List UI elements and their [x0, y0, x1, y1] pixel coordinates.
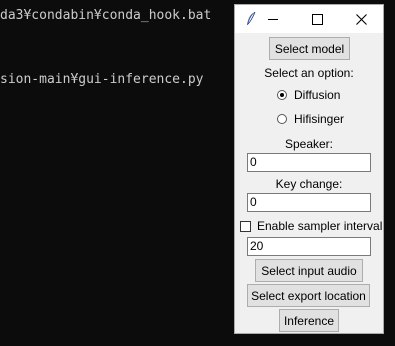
radio-label: Hifisinger	[294, 112, 345, 126]
minimize-button[interactable]	[251, 5, 295, 33]
sampler-interval-checkbox-row[interactable]: Enable sampler interval	[240, 219, 382, 233]
radio-label: Diffusion	[294, 88, 341, 102]
inference-button[interactable]: Inference	[279, 309, 339, 332]
console-window[interactable]: da3¥condabin¥conda_hook.bat sion-main¥gu…	[0, 0, 235, 346]
radio-button[interactable]	[277, 114, 287, 124]
radio-button[interactable]	[277, 90, 287, 100]
key-change-input[interactable]: 0	[247, 193, 371, 212]
close-button[interactable]	[339, 5, 383, 33]
sampler-interval-checkbox[interactable]	[240, 220, 251, 232]
select-export-location-button[interactable]: Select export location	[247, 284, 370, 307]
title-bar[interactable]	[235, 5, 383, 33]
close-icon	[355, 13, 367, 25]
radio-diffusion[interactable]: Diffusion	[277, 88, 340, 102]
select-input-audio-button[interactable]: Select input audio	[255, 259, 363, 282]
speaker-input[interactable]: 0	[247, 153, 371, 172]
inference-window: Select model Select an option: Diffusion…	[234, 4, 384, 334]
maximize-icon	[311, 13, 323, 25]
console-line: sion-main¥gui-inference.py	[0, 72, 204, 87]
radio-hifisinger[interactable]: Hifisinger	[277, 112, 344, 126]
sampler-interval-label: Enable sampler interval	[257, 219, 383, 233]
select-model-button[interactable]: Select model	[269, 37, 350, 60]
speaker-label: Speaker:	[284, 137, 334, 151]
minimize-icon	[268, 18, 278, 20]
key-change-label: Key change:	[275, 177, 343, 191]
desktop: da3¥condabin¥conda_hook.bat sion-main¥gu…	[0, 0, 395, 346]
maximize-button[interactable]	[295, 5, 339, 33]
console-line: da3¥condabin¥conda_hook.bat	[0, 8, 212, 23]
sampler-interval-input[interactable]: 20	[247, 237, 371, 256]
option-prompt-label: Select an option:	[264, 66, 354, 80]
